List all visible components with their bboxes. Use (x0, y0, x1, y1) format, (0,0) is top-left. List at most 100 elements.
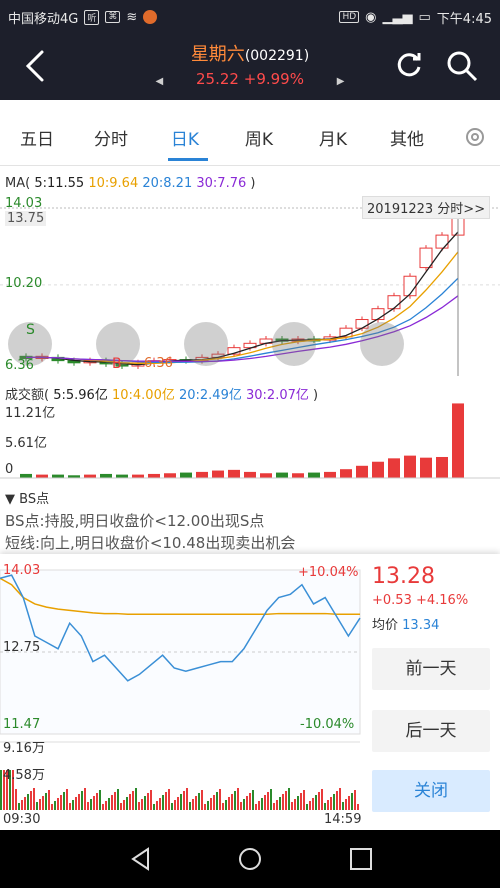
tab-daily-k[interactable]: 日K (148, 125, 222, 150)
sell-point-marker: S (26, 322, 35, 338)
mini-time-end: 14:59 (324, 812, 362, 827)
mini-volume-bar (90, 799, 92, 810)
ma-label: MA( (5, 176, 31, 191)
mini-volume-bar (108, 798, 110, 810)
mini-volume-bar (348, 796, 350, 810)
volume-bar (452, 403, 464, 478)
wifi-icon: ≋ (126, 9, 138, 25)
mini-volume-bar (153, 804, 155, 810)
mini-volume-bar (357, 804, 359, 810)
nav-recents-icon[interactable] (348, 846, 374, 872)
kline-low-label: 6.36 (5, 358, 34, 373)
next-day-button[interactable]: 后一天 (372, 710, 490, 752)
volume-bar (308, 472, 320, 478)
ma30-value: 30:7.76 (196, 176, 247, 191)
mini-volume-bar (252, 790, 254, 810)
ma5-value: 5:11.55 (34, 176, 85, 191)
search-icon[interactable] (446, 50, 478, 82)
mini-volume-bar (339, 788, 341, 810)
volume-bar (212, 470, 224, 478)
mini-volume-bar (324, 803, 326, 810)
kline-chart[interactable] (0, 196, 500, 376)
mini-volume-bar (72, 800, 74, 810)
active-tab-indicator (168, 158, 208, 161)
mini-vol-mid: 4.58万 (3, 768, 45, 783)
volume-bar (356, 465, 368, 478)
avg-value: 13.34 (402, 618, 440, 633)
mini-mid-label: 12.75 (3, 640, 41, 655)
mini-volume-bar (114, 792, 116, 810)
volume-bar (196, 471, 208, 478)
chart-handle (272, 322, 316, 366)
volume-chart[interactable] (0, 400, 500, 480)
mini-volume-bar (207, 801, 209, 810)
mini-volume-bar (18, 803, 20, 810)
mini-volume-bar (264, 795, 266, 810)
close-button[interactable]: 关闭 (372, 770, 490, 812)
mini-volume-bar (192, 799, 194, 810)
mini-volume-bar (144, 796, 146, 810)
mini-volume-bar (45, 793, 47, 810)
mini-volume-bar (102, 804, 104, 810)
mini-volume-bar (171, 803, 173, 810)
mini-volume-bar (159, 798, 161, 810)
mini-volume-bar (258, 801, 260, 810)
tab-weekly-k[interactable]: 周K (222, 125, 296, 150)
mini-volume-bar (297, 796, 299, 810)
mini-volume-bar (147, 793, 149, 810)
tab-timeshare[interactable]: 分时 (74, 125, 148, 150)
mini-volume-bar (321, 789, 323, 810)
mini-volume-bar (177, 797, 179, 810)
mini-volume-bar (54, 801, 56, 810)
mini-low-pct: -10.04% (300, 717, 355, 732)
stock-title: 星期六(002291) (0, 40, 500, 66)
gear-icon[interactable] (462, 124, 488, 150)
mini-volume-bar (93, 796, 95, 810)
mini-volume-bar (291, 802, 293, 810)
bs-section-title[interactable]: ▼ BS点 (5, 488, 49, 507)
stock-name: 星期六 (190, 44, 245, 65)
mini-volume-bar (141, 799, 143, 810)
intraday-detail: 13.28 +0.53 +4.16% 均价 13.34 (372, 564, 492, 633)
hd-icon: HD (339, 11, 360, 23)
tab-five-day[interactable]: 五日 (0, 125, 74, 150)
mini-volume-bar (129, 794, 131, 810)
candle (435, 234, 449, 249)
mini-volume-bar (333, 794, 335, 810)
intraday-change-pct: +4.16% (415, 593, 469, 608)
clock: 下午4:45 (436, 11, 492, 27)
tab-monthly-k[interactable]: 月K (296, 125, 370, 150)
mini-volume-bar (0, 770, 2, 810)
mini-volume-bar (186, 788, 188, 810)
fenshi-button[interactable]: 20191223 分时>> (362, 196, 491, 219)
stock-change: +9.99% (243, 70, 304, 88)
period-tabs: 五日 分时 日K 周K 月K 其他 (0, 110, 500, 166)
mini-volume-bar (120, 803, 122, 810)
mini-volume-bar (24, 797, 26, 810)
mini-volume-bar (84, 788, 86, 810)
next-stock-icon[interactable]: ▶ (337, 76, 345, 87)
candle (355, 319, 369, 329)
mini-volume-bar (201, 790, 203, 810)
system-nav-bar (0, 830, 500, 888)
tab-other[interactable]: 其他 (370, 125, 444, 150)
volume-bar (180, 472, 192, 478)
prev-stock-icon[interactable]: ◀ (156, 76, 164, 87)
volume-bar (404, 455, 416, 478)
refresh-icon[interactable] (394, 50, 424, 80)
ma-legend: MA( 5:11.55 10:9.64 20:8.21 30:7.76 ) (5, 176, 255, 191)
mini-volume-bar (180, 794, 182, 810)
bs-line-2: 短线:向上,明日收盘价<10.48出现卖出机会 (5, 534, 296, 552)
intraday-chart[interactable] (0, 562, 362, 830)
mini-volume-bar (270, 789, 272, 810)
mini-volume-bar (60, 795, 62, 810)
volume-bar (84, 474, 96, 478)
nav-back-icon[interactable] (128, 846, 154, 872)
candle (371, 308, 385, 321)
mini-volume-bar (96, 793, 98, 810)
volume-bar (132, 474, 144, 478)
prev-day-button[interactable]: 前一天 (372, 648, 490, 690)
mini-volume-bar (327, 800, 329, 810)
ma-close: ) (250, 176, 256, 191)
nav-home-icon[interactable] (237, 846, 263, 872)
